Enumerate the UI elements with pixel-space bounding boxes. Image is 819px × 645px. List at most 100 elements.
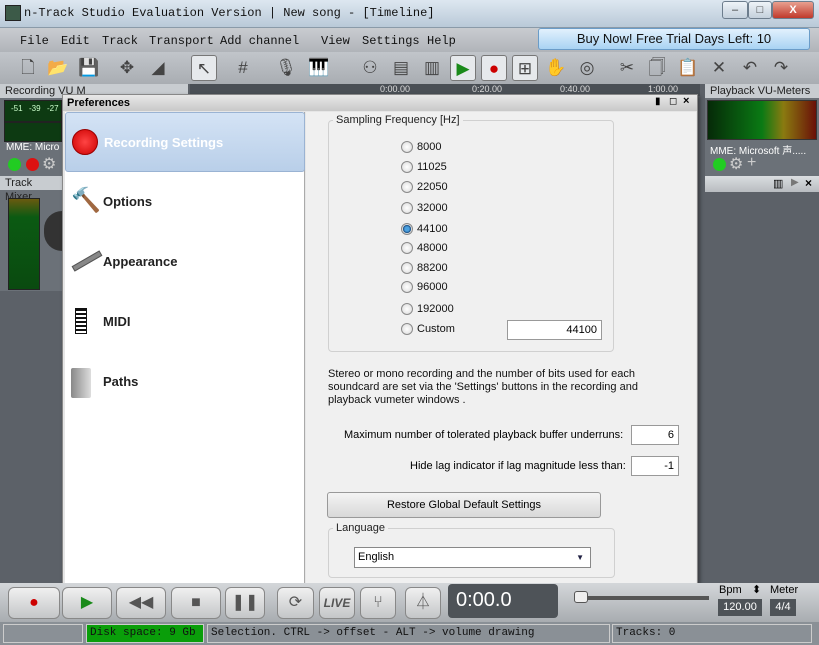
category-label: MIDI (103, 314, 131, 329)
minimize-button[interactable]: – (722, 1, 748, 19)
info-text: Stereo or mono recording and the number … (328, 368, 638, 406)
meter-value[interactable]: 4/4 (770, 599, 796, 616)
radio-88200[interactable]: 88200 (401, 262, 448, 276)
arm-record-icon[interactable] (26, 158, 39, 171)
restore-defaults-button[interactable]: Restore Global Default Settings (327, 492, 601, 518)
position-slider[interactable] (574, 596, 709, 600)
undo-icon[interactable]: ↶ (737, 55, 763, 81)
play-button[interactable]: ▶ (62, 587, 112, 619)
add-icon[interactable]: + (747, 154, 756, 172)
menu-view[interactable]: View (321, 34, 350, 48)
loop-button[interactable]: ⟳ (277, 587, 314, 619)
radio-44100[interactable]: 44100 (401, 223, 448, 237)
routing-icon[interactable]: ⚇ (357, 55, 383, 81)
microphone-icon[interactable]: 🎙 (273, 55, 299, 81)
maximize-button[interactable]: □ (748, 1, 772, 19)
radio-192000[interactable]: 192000 (401, 303, 454, 317)
menu-file[interactable]: File (20, 34, 49, 48)
ruler-icon (71, 250, 103, 272)
copy-icon[interactable]: 🗍 (644, 55, 670, 81)
pause-button[interactable]: ❚❚ (225, 587, 265, 619)
save-icon[interactable]: 💾 (76, 55, 102, 81)
lag-input[interactable]: -1 (631, 456, 679, 476)
tuning-fork-icon[interactable]: ⑂ (360, 587, 396, 619)
radio-button-icon (401, 281, 413, 294)
delete-icon[interactable]: ✕ (706, 55, 732, 81)
radio-48000[interactable]: 48000 (401, 242, 448, 256)
menu-track[interactable]: Track (102, 34, 138, 48)
radio-22050[interactable]: 22050 (401, 181, 448, 195)
category-options[interactable]: 🔨 Options (65, 172, 305, 232)
track-mixer-panel: Track Mixer (0, 176, 62, 291)
pan-knob[interactable] (44, 211, 62, 251)
arrow-right-icon[interactable]: ▶ (791, 177, 799, 188)
language-select[interactable]: English ▼ (354, 547, 591, 568)
volume-draw-icon[interactable]: ◢ (145, 55, 171, 81)
live-button[interactable]: LIVE (319, 587, 355, 619)
category-label: Options (103, 194, 153, 209)
radio-32000[interactable]: 32000 (401, 202, 448, 216)
category-paths[interactable]: Paths (65, 352, 305, 412)
vu-meter-left: -51 -39 -27 (4, 100, 62, 122)
buy-now-button[interactable]: Buy Now! Free Trial Days Left: 10 (538, 28, 810, 50)
track-mixer-title: Track Mixer (0, 176, 62, 203)
category-list: Recording Settings 🔨 Options Appearance … (65, 112, 305, 584)
radio-8000[interactable]: 8000 (401, 141, 441, 155)
category-midi[interactable]: MIDI (65, 292, 305, 352)
language-value: English (358, 551, 395, 563)
category-recording-settings[interactable]: Recording Settings (65, 112, 305, 172)
bpm-spinner-icon[interactable]: ⬍ (752, 583, 761, 596)
folder-icon (71, 368, 91, 398)
custom-frequency-input[interactable]: 44100 (507, 320, 602, 340)
close-icon[interactable]: × (683, 95, 689, 107)
gear-icon[interactable]: ⚙ (42, 154, 56, 174)
slider-handle[interactable] (574, 591, 588, 603)
midi-keyboard-icon[interactable]: 🎹 (306, 55, 332, 81)
bpm-label: Bpm (719, 584, 742, 596)
toolbar: 🗋 📂 💾 ✥ ◢ ↖ # 🎙 🎹 ⚇ ▤ ▥ ▶ ● ⊞ ✋ ◎ ✂ 🗍 📋 … (0, 52, 819, 84)
record-button[interactable]: ● (8, 587, 60, 619)
mixer-view-icon[interactable]: ⊞ (512, 55, 538, 81)
piano-roll-icon[interactable]: ▥ (419, 55, 445, 81)
hand-icon[interactable]: ✋ (543, 55, 569, 81)
record-view-icon[interactable]: ● (481, 55, 507, 81)
metronome-icon[interactable]: ⏃ (405, 587, 441, 619)
category-label: Paths (103, 374, 139, 389)
gear-icon[interactable]: ⚙ (729, 154, 743, 174)
menu-help[interactable]: Help (427, 34, 456, 48)
select-pointer-icon[interactable]: ↖ (191, 55, 217, 81)
mixer-icon[interactable]: ▤ (388, 55, 414, 81)
columns-icon[interactable]: ▥ (773, 177, 783, 190)
play-view-icon[interactable]: ▶ (450, 55, 476, 81)
menu-settings[interactable]: Settings (362, 34, 420, 48)
cut-icon[interactable]: ✂ (614, 55, 640, 81)
move-icon[interactable]: ✥ (114, 55, 140, 81)
redo-icon[interactable]: ↷ (768, 55, 794, 81)
enable-green-icon[interactable] (8, 158, 21, 171)
menu-transport[interactable]: Transport (149, 34, 214, 48)
menu-add-channel[interactable]: Add channel (220, 34, 299, 48)
ruler-label: 0:20.00 (472, 84, 503, 94)
cd-icon[interactable]: ◎ (574, 55, 600, 81)
radio-96000[interactable]: 96000 (401, 281, 448, 295)
close-button[interactable]: X (772, 1, 814, 19)
enable-green-icon[interactable] (713, 158, 726, 171)
radio-11025[interactable]: 11025 (401, 161, 447, 175)
menu-edit[interactable]: Edit (61, 34, 90, 48)
stop-button[interactable]: ■ (171, 587, 221, 619)
status-hint: Selection. CTRL -> offset - ALT -> volum… (207, 624, 610, 643)
grid-icon[interactable]: # (230, 55, 256, 81)
bpm-value[interactable]: 120.00 (718, 599, 762, 616)
close-icon[interactable]: × (805, 176, 812, 190)
underruns-input[interactable]: 6 (631, 425, 679, 445)
paste-icon[interactable]: 📋 (675, 55, 701, 81)
rewind-button[interactable]: ◀◀ (116, 587, 166, 619)
radio-label: 8000 (417, 141, 442, 153)
dock-icon[interactable]: ▮ (655, 96, 661, 107)
maximize-icon[interactable]: ◻ (669, 96, 677, 107)
category-appearance[interactable]: Appearance (65, 232, 305, 292)
radio-custom[interactable]: Custom (401, 323, 455, 337)
new-file-icon[interactable]: 🗋 (15, 55, 41, 81)
vu-meter-right (4, 122, 62, 142)
open-folder-icon[interactable]: 📂 (45, 55, 71, 81)
